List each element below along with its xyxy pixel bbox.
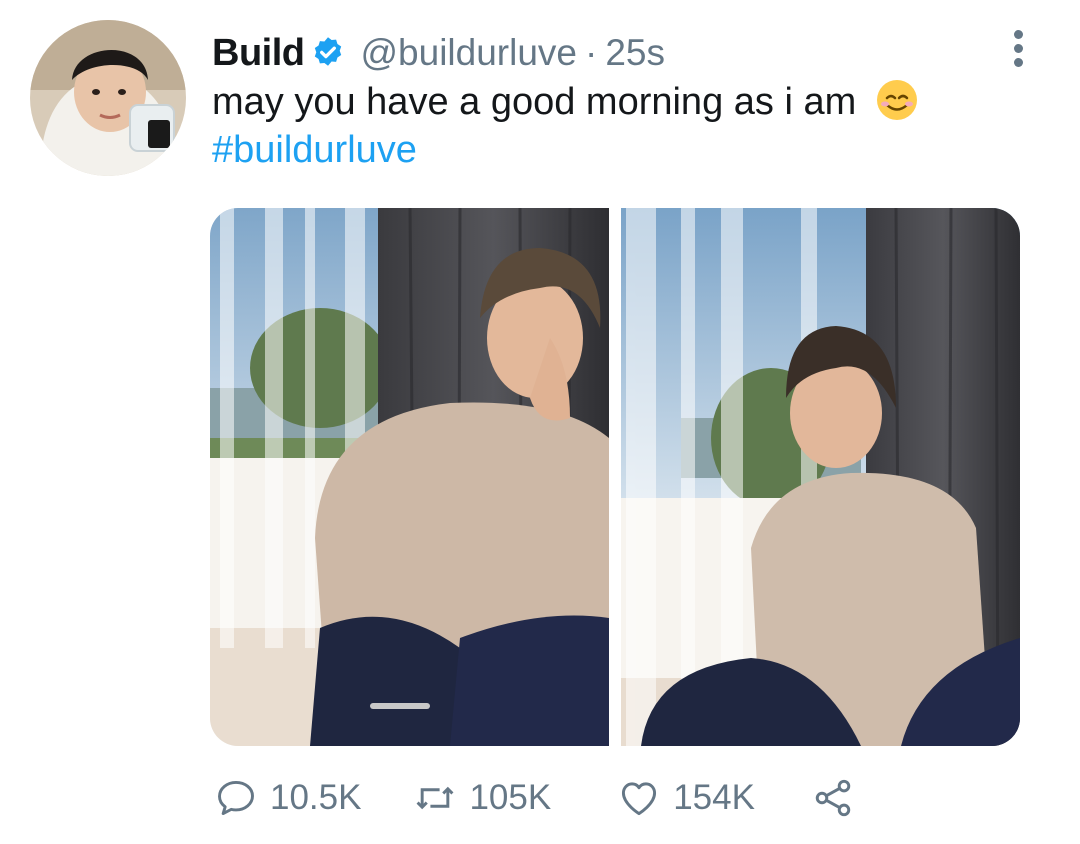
like-button[interactable]: 154K <box>617 776 755 820</box>
share-icon <box>815 779 851 817</box>
separator-dot: · <box>585 32 598 73</box>
like-count: 154K <box>673 778 755 817</box>
tweet-body: may you have a good morning as i am <box>212 81 857 123</box>
photo-right[interactable] <box>621 208 1020 746</box>
retweet-button[interactable]: 105K <box>413 776 551 820</box>
avatar[interactable] <box>30 20 186 176</box>
heart-icon <box>622 782 657 816</box>
timestamp[interactable]: 25s <box>605 32 665 74</box>
share-button[interactable] <box>811 776 867 820</box>
tweet-header: Build @buildurluve · 25s <box>212 26 665 80</box>
avatar-image <box>30 20 186 176</box>
more-vertical-icon[interactable] <box>1008 30 1028 70</box>
photo-left-image <box>210 208 609 746</box>
smiling-face-emoji-icon <box>876 80 917 120</box>
verified-badge-icon <box>315 37 342 66</box>
tweet-text: may you have a good morning as i am <box>212 78 919 126</box>
photo-left[interactable] <box>210 208 609 746</box>
photo-right-image <box>621 208 1020 746</box>
retweet-icon <box>417 786 454 810</box>
tweet-actions: 10.5K 105K 154K <box>214 770 867 826</box>
tweet-media <box>210 208 1020 746</box>
retweet-count: 105K <box>469 778 552 817</box>
author-name[interactable]: Build <box>212 32 305 75</box>
hashtag-link[interactable]: #buildurluve <box>212 126 417 174</box>
reply-count: 10.5K <box>270 778 362 817</box>
reply-button[interactable]: 10.5K <box>214 776 361 820</box>
author-handle[interactable]: @buildurluve <box>360 32 577 74</box>
reply-icon <box>218 780 254 816</box>
